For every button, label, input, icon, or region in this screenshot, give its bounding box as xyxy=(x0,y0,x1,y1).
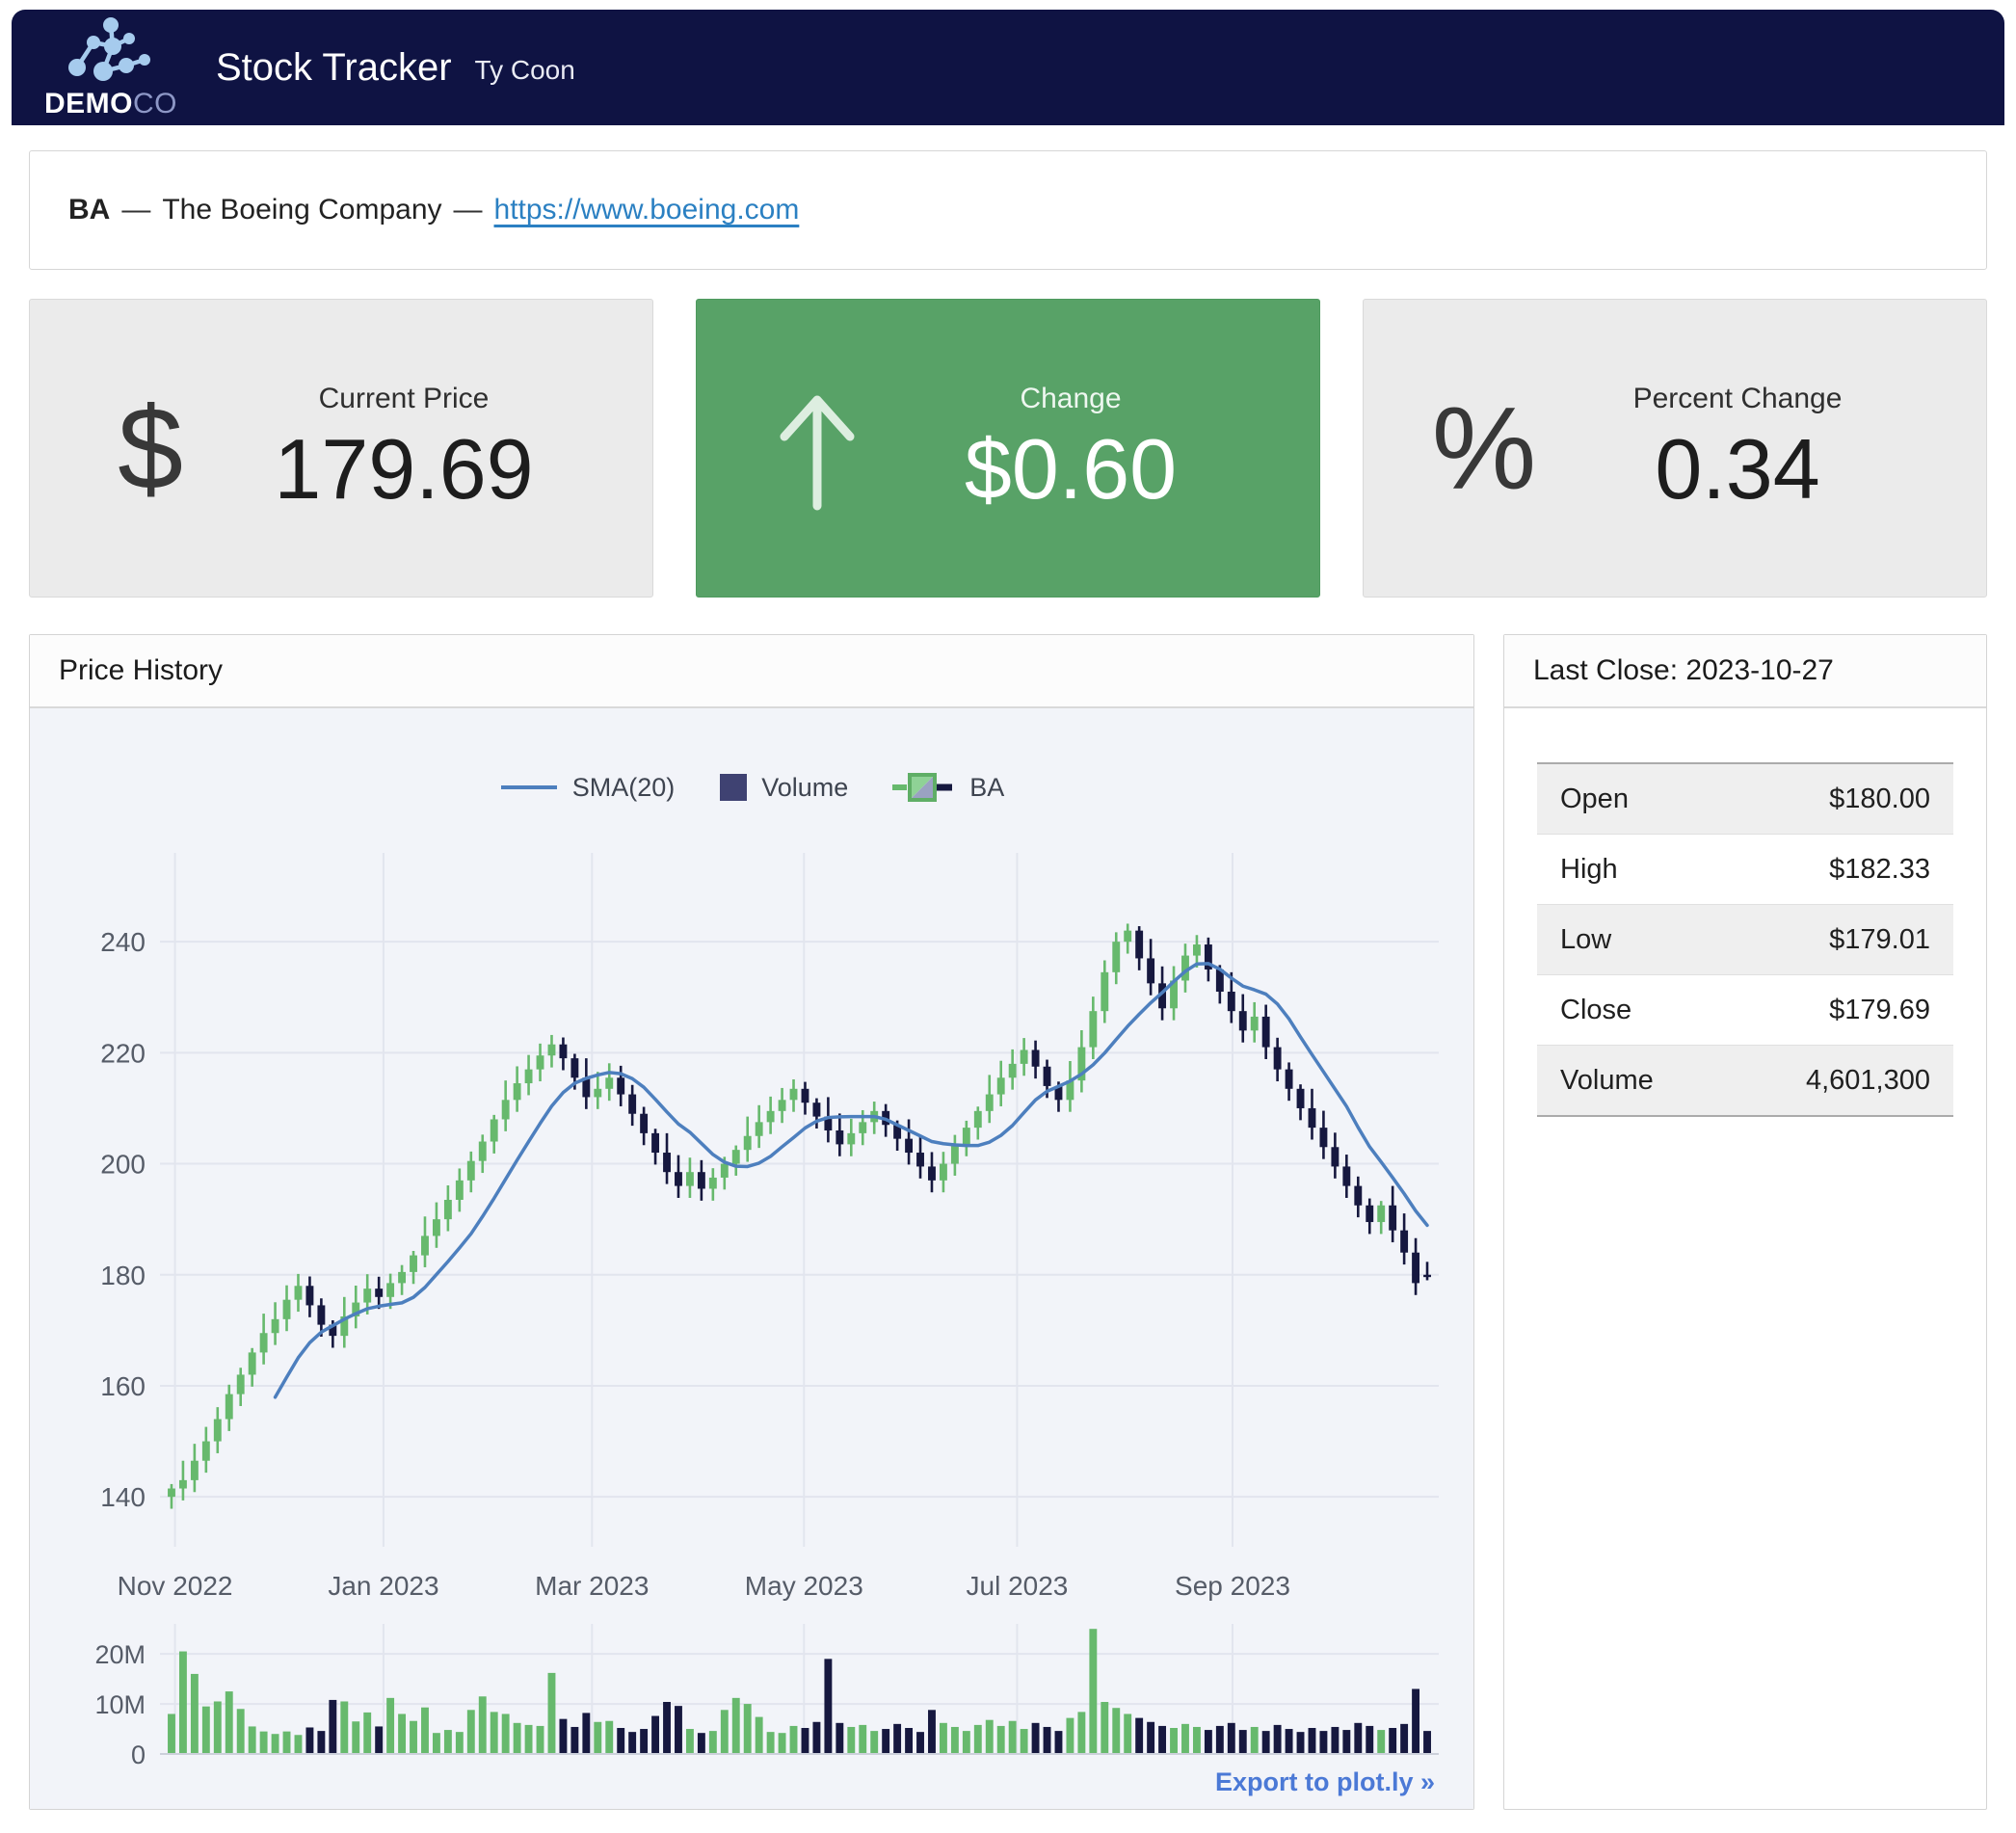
company-bar: BA — The Boeing Company — https://www.boeing… xyxy=(29,150,1987,270)
dollar-glyph: $ xyxy=(118,381,183,516)
row-value: $180.00 xyxy=(1724,763,1953,835)
separator: — xyxy=(454,194,483,226)
company-website-link[interactable]: https://www.boeing.com xyxy=(494,194,800,226)
table-row-low: Low $179.01 xyxy=(1537,905,1953,975)
ohlc-table: Open $180.00 High $182.33 Low $179.01 xyxy=(1537,762,1953,1117)
svg-text:Jul 2023: Jul 2023 xyxy=(967,1571,1069,1601)
svg-text:200: 200 xyxy=(100,1150,146,1180)
row-label: Close xyxy=(1537,975,1724,1046)
chart-legend: SMA(20) Volume BA xyxy=(30,768,1473,807)
page-subtitle: Ty Coon xyxy=(475,55,575,86)
last-close-panel: Last Close: 2023-10-27 Open $180.00 High… xyxy=(1503,634,1987,1810)
svg-text:220: 220 xyxy=(100,1038,146,1068)
percent-change-label: Percent Change xyxy=(1633,383,1843,415)
volume-swatch-icon xyxy=(719,773,748,802)
sma-line-icon xyxy=(499,782,559,793)
table-row-close: Close $179.69 xyxy=(1537,975,1953,1046)
price-history-chart: SMA(20) Volume BA xyxy=(30,708,1473,1809)
svg-text:140: 140 xyxy=(100,1482,146,1512)
current-price-card: $ Current Price 179.69 xyxy=(29,299,653,598)
brand-wordmark: DEMOCO xyxy=(44,90,177,119)
svg-text:May 2023: May 2023 xyxy=(745,1571,863,1601)
svg-text:Jan 2023: Jan 2023 xyxy=(328,1571,438,1601)
table-row-volume: Volume 4,601,300 xyxy=(1537,1046,1953,1117)
legend-label-sma: SMA(20) xyxy=(572,773,676,803)
svg-text:10M: 10M xyxy=(94,1690,146,1719)
row-label: High xyxy=(1537,835,1724,905)
legend-item-ba: BA xyxy=(892,768,1004,807)
current-price-value: 179.69 xyxy=(274,425,533,514)
legend-label-ba: BA xyxy=(969,773,1004,803)
row-value: $179.69 xyxy=(1724,975,1953,1046)
last-close-body: Open $180.00 High $182.33 Low $179.01 xyxy=(1504,708,1986,1117)
price-history-panel: Price History SMA(20) Volume xyxy=(29,634,1474,1810)
price-history-title: Price History xyxy=(30,635,1473,708)
price-chart-svg: 140 160 180 200 220 240 0 10M 20M Nov 2022 Jan 202… xyxy=(30,708,1473,1809)
stat-cards-row: $ Current Price 179.69 Change $0.60 % Pe… xyxy=(29,299,1987,598)
row-value: $182.33 xyxy=(1724,835,1953,905)
change-card: Change $0.60 xyxy=(696,299,1320,598)
page-title: Stock Tracker xyxy=(216,46,452,90)
svg-text:0: 0 xyxy=(131,1740,146,1769)
svg-text:Nov 2022: Nov 2022 xyxy=(118,1571,233,1601)
brand-wordmark-light: CO xyxy=(133,88,177,120)
svg-text:160: 160 xyxy=(100,1371,146,1401)
main-content-row: Price History SMA(20) Volume xyxy=(29,634,1987,1810)
legend-item-sma: SMA(20) xyxy=(499,773,676,803)
svg-text:180: 180 xyxy=(100,1261,146,1290)
last-close-title: Last Close: 2023-10-27 xyxy=(1504,635,1986,708)
table-row-open: Open $180.00 xyxy=(1537,763,1953,835)
row-label: Volume xyxy=(1537,1046,1724,1117)
change-label: Change xyxy=(1020,383,1121,415)
svg-text:20M: 20M xyxy=(94,1640,146,1669)
dollar-icon: $ xyxy=(59,381,242,516)
company-name: The Boeing Company xyxy=(162,194,441,226)
row-label: Open xyxy=(1537,763,1724,835)
candlestick-icon xyxy=(892,768,956,807)
percent-change-card: % Percent Change 0.34 xyxy=(1363,299,1987,598)
svg-text:Mar 2023: Mar 2023 xyxy=(535,1571,649,1601)
change-value: $0.60 xyxy=(965,425,1177,514)
percent-glyph: % xyxy=(1432,381,1536,516)
percent-icon: % xyxy=(1393,381,1576,516)
row-value: $179.01 xyxy=(1724,905,1953,975)
ticker-symbol: BA xyxy=(68,194,110,226)
percent-change-value: 0.34 xyxy=(1655,425,1819,514)
molecule-logo-icon xyxy=(61,16,161,88)
brand-wordmark-bold: DEMO xyxy=(44,88,133,120)
brand-logo: DEMOCO xyxy=(44,16,177,119)
svg-text:240: 240 xyxy=(100,927,146,957)
legend-label-volume: Volume xyxy=(761,773,848,803)
export-plotly-link[interactable]: Export to plot.ly » xyxy=(1215,1767,1435,1797)
svg-text:Sep 2023: Sep 2023 xyxy=(1175,1571,1290,1601)
row-value: 4,601,300 xyxy=(1724,1046,1953,1117)
current-price-label: Current Price xyxy=(319,383,490,415)
app-header: DEMOCO Stock Tracker Ty Coon xyxy=(12,10,2004,125)
arrow-up-icon xyxy=(726,383,909,514)
legend-item-volume: Volume xyxy=(719,773,848,803)
separator: — xyxy=(121,194,150,226)
app-window: DEMOCO Stock Tracker Ty Coon BA — The Boei… xyxy=(0,0,2016,1833)
table-row-high: High $182.33 xyxy=(1537,835,1953,905)
row-label: Low xyxy=(1537,905,1724,975)
